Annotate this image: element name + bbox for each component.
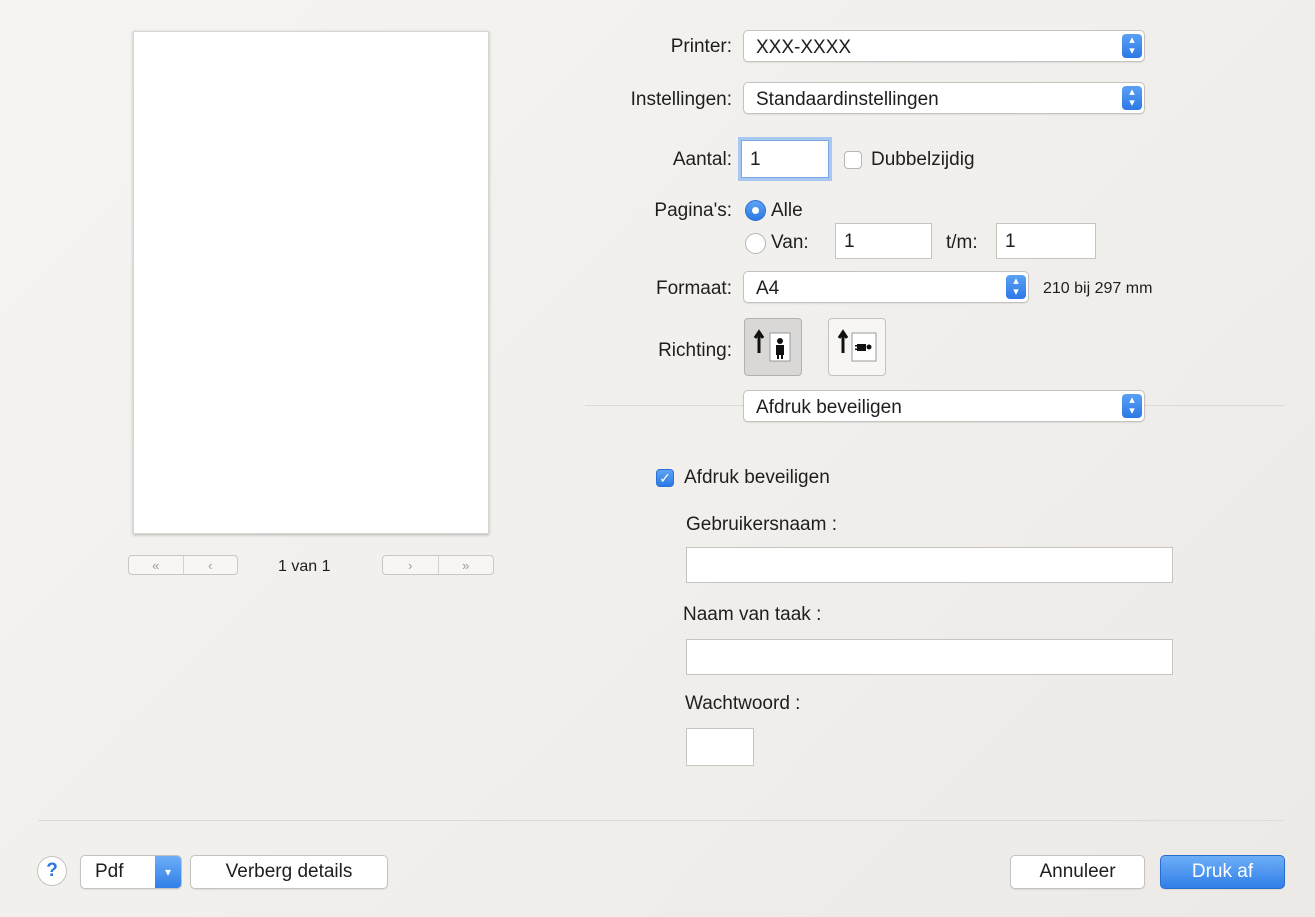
printer-select[interactable]: XXX-XXXX ▴ ▾ [743, 30, 1145, 62]
pages-all-label: Alle [771, 200, 803, 221]
portrait-icon [753, 329, 791, 362]
landscape-orientation-button[interactable] [828, 318, 886, 376]
pages-to-label: t/m: [946, 232, 978, 253]
pages-to-field[interactable]: 1 [996, 223, 1096, 259]
next-page-button[interactable]: › [383, 556, 438, 574]
hide-details-button[interactable]: Verberg details [190, 855, 388, 889]
two-sided-checkbox[interactable] [844, 151, 862, 169]
landscape-icon [837, 329, 877, 362]
copies-value: 1 [750, 149, 761, 170]
pages-to-value: 1 [1005, 231, 1016, 252]
pages-from-label: Van: [771, 232, 809, 253]
last-page-button[interactable]: » [437, 556, 494, 574]
presets-value: Standaardinstellingen [756, 89, 939, 110]
cancel-button[interactable]: Annuleer [1010, 855, 1145, 889]
orientation-label: Richting: [658, 340, 732, 361]
chevron-updown-icon: ▴ ▾ [1122, 34, 1142, 58]
paper-size-value: A4 [756, 278, 780, 299]
chevron-updown-icon: ▴ ▾ [1122, 394, 1142, 418]
presets-label: Instellingen: [630, 89, 732, 110]
printer-value: XXX-XXXX [756, 37, 852, 58]
chevron-down-icon: ▾ [155, 856, 181, 888]
first-page-button[interactable]: « [129, 556, 183, 574]
page-preview [133, 31, 489, 534]
two-sided-label: Dubbelzijdig [871, 149, 975, 170]
chevron-updown-icon: ▴ ▾ [1006, 275, 1026, 299]
username-label: Gebruikersnaam : [686, 514, 838, 535]
jobname-field[interactable] [686, 639, 1173, 675]
presets-select[interactable]: Standaardinstellingen ▴ ▾ [743, 82, 1145, 114]
preview-nav-back: « ‹ [128, 555, 238, 575]
username-field[interactable] [686, 547, 1173, 583]
secure-print-checkbox[interactable]: ✓ [656, 469, 674, 487]
help-button[interactable]: ? [37, 856, 67, 886]
password-field[interactable] [686, 728, 754, 766]
panel-select-value: Afdruk beveiligen [756, 397, 902, 418]
pages-from-value: 1 [844, 231, 855, 252]
paper-dimensions: 210 bij 297 mm [1043, 280, 1153, 297]
portrait-orientation-button[interactable] [744, 318, 802, 376]
copies-label: Aantal: [672, 149, 732, 170]
paper-size-select[interactable]: A4 ▴ ▾ [743, 271, 1029, 303]
pages-range-radio[interactable] [745, 233, 766, 254]
pages-all-radio[interactable] [745, 200, 766, 221]
print-button[interactable]: Druk af [1160, 855, 1285, 889]
pages-from-field[interactable]: 1 [835, 223, 932, 259]
pages-label: Pagina's: [654, 200, 732, 221]
chevron-updown-icon: ▴ ▾ [1122, 86, 1142, 110]
footer-divider [38, 820, 1283, 821]
previous-page-button[interactable]: ‹ [182, 556, 238, 574]
jobname-label: Naam van taak : [683, 604, 822, 625]
secure-print-label: Afdruk beveiligen [684, 467, 830, 488]
paper-size-label: Formaat: [655, 278, 732, 299]
preview-nav-forward: › » [382, 555, 494, 575]
pdf-label: Pdf [95, 861, 124, 882]
printer-label: Printer: [670, 36, 732, 57]
panel-select[interactable]: Afdruk beveiligen ▴ ▾ [743, 390, 1145, 422]
password-label: Wachtwoord : [685, 693, 801, 714]
page-indicator: 1 van 1 [278, 558, 331, 575]
pdf-menu-button[interactable]: Pdf ▾ [80, 855, 182, 889]
copies-field[interactable]: 1 [741, 140, 829, 178]
